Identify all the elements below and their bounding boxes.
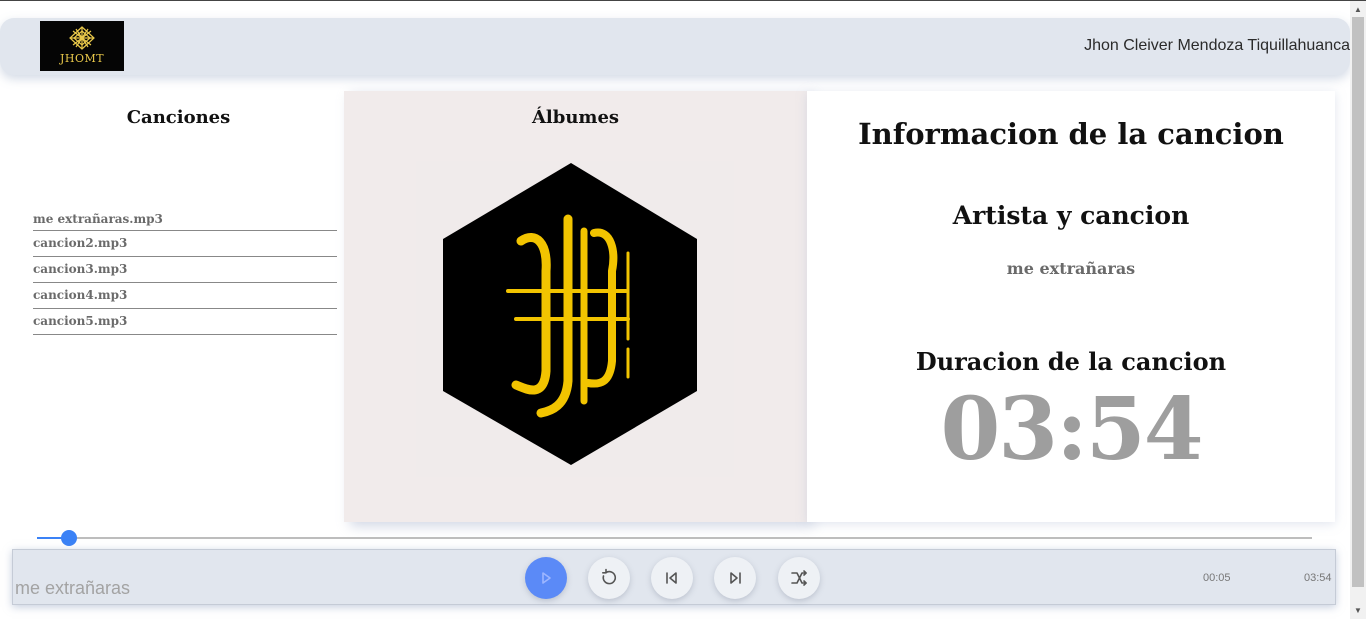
skip-previous-icon [666,572,677,584]
album-monogram-icon [443,163,697,465]
replay-button[interactable] [588,557,630,599]
song-info-title: Informacion de la cancion [858,117,1284,151]
progress-thumb[interactable] [60,530,77,546]
play-icon [542,572,551,584]
song-list-item[interactable]: cancion3.mp3 [33,257,337,283]
next-button[interactable] [714,557,756,599]
song-list-item[interactable]: cancion4.mp3 [33,283,337,309]
song-list-item[interactable]: me extrañaras.mp3 [33,208,337,231]
player-bar: me extrañaras 00:05 03:54 [12,549,1336,605]
now-playing-title: me extrañaras [15,578,131,598]
scroll-up-arrow-icon[interactable]: ▲ [1353,3,1363,17]
brand-logo-text: JHOMT [59,52,105,65]
album-cover[interactable] [416,161,734,477]
progress-track[interactable] [37,537,1312,539]
song-list-item[interactable]: cancion2.mp3 [33,231,337,257]
duration-heading: Duracion de la cancion [915,347,1227,376]
artist-song-heading: Artista y cancion [952,201,1190,230]
scroll-down-arrow-icon[interactable]: ▼ [1353,604,1363,618]
previous-button[interactable] [651,557,693,599]
scrollbar-thumb[interactable] [1352,17,1364,587]
replay-icon [602,568,617,585]
song-list-item[interactable]: cancion5.mp3 [33,309,337,335]
page-scrollbar[interactable]: ▲ ▼ [1350,1,1366,619]
albums-panel-title: Álbumes [531,107,620,128]
user-name: Jhon Cleiver Mendoza Tiquillahuanca [1084,37,1350,54]
shuffle-icon [791,570,807,586]
brand-emblem-icon [69,26,95,50]
brand-logo[interactable]: JHOMT [40,21,124,71]
skip-next-icon [730,572,741,584]
songs-panel: Canciones me extrañaras.mp3 cancion2.mp3… [13,91,344,522]
current-song-name: me extrañaras [1006,259,1136,278]
total-time: 03:54 [1304,572,1332,584]
albums-panel: Álbumes [344,91,807,522]
song-info-panel: Informacion de la cancion Artista y canc… [807,91,1335,522]
app-header: JHOMT Jhon Cleiver Mendoza Tiquillahuanc… [0,18,1350,75]
song-duration: 03:54 [940,379,1203,480]
play-button[interactable] [525,557,567,599]
shuffle-button[interactable] [778,557,820,599]
song-list: me extrañaras.mp3 cancion2.mp3 cancion3.… [33,208,337,335]
songs-panel-title: Canciones [126,107,231,128]
current-time: 00:05 [1203,572,1231,584]
